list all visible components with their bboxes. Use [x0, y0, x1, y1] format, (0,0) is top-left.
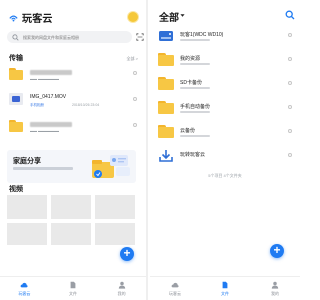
files-screen: 全部 玩客1(WDC WD10) 我的资源 SD卡备份 手机自动备份 云备份 玩… — [150, 0, 300, 300]
tab-label: 我的 — [117, 291, 126, 296]
video-thumbnail[interactable] — [95, 195, 135, 219]
video-icon — [9, 93, 23, 105]
file-name-blurred — [30, 70, 72, 75]
select-circle[interactable] — [133, 97, 137, 101]
transfer-more-link[interactable]: 全部 > — [127, 56, 138, 62]
item-name: 云备份 — [180, 128, 196, 134]
folder-icon — [158, 125, 174, 139]
app-header: 玩客云 — [8, 9, 53, 25]
tab-label: 玩客云 — [18, 291, 31, 296]
add-button[interactable]: + — [120, 247, 134, 261]
select-circle[interactable] — [288, 105, 292, 109]
select-circle[interactable] — [288, 129, 292, 133]
file-name-blurred — [30, 122, 72, 127]
select-circle[interactable] — [288, 33, 292, 37]
transfer-item[interactable]: ▬▬ ▬▬▬▬▬▬ — [9, 66, 139, 88]
video-thumbnail[interactable] — [95, 223, 135, 245]
list-item[interactable]: 云备份 — [158, 121, 294, 145]
select-circle[interactable] — [133, 123, 137, 127]
item-meta — [180, 87, 210, 89]
guide-icon — [159, 150, 173, 162]
folder-icon — [158, 101, 174, 115]
select-circle[interactable] — [288, 81, 292, 85]
folder-icon — [158, 53, 174, 67]
item-name: SD卡备份 — [180, 80, 202, 86]
item-meta — [180, 63, 210, 65]
cloud-icon — [171, 282, 179, 288]
video-thumbnail[interactable] — [51, 223, 91, 245]
item-meta — [180, 39, 210, 41]
family-share-description — [13, 167, 73, 170]
tab-home[interactable]: 玩客云 — [0, 277, 49, 300]
tab-bar: 玩客云 文件 我的 — [150, 276, 300, 300]
drive-icon — [159, 31, 173, 41]
family-share-illustration — [92, 155, 130, 178]
family-share-title: 家庭分享 — [13, 158, 41, 165]
item-meta — [180, 111, 210, 113]
tab-label: 文件 — [69, 291, 77, 296]
tab-label: 我的 — [271, 291, 279, 296]
item-meta — [180, 135, 210, 137]
search-input[interactable] — [23, 34, 123, 40]
video-thumbnail[interactable] — [7, 223, 47, 245]
list-item[interactable]: 手机自动备份 — [158, 97, 294, 121]
folder-icon — [158, 77, 174, 91]
transfer-item[interactable]: ▬▬ ▬▬▬▬▬▬ — [9, 118, 139, 140]
file-icon — [222, 281, 228, 289]
item-name: 我的资源 — [180, 56, 201, 62]
tab-home[interactable]: 玩客云 — [150, 277, 200, 300]
tab-bar: 玩客云 文件 我的 — [0, 276, 146, 300]
file-icon — [70, 281, 76, 289]
tab-label: 文件 — [221, 291, 229, 296]
tab-me[interactable]: 我的 — [250, 277, 300, 300]
chevron-down-icon[interactable] — [180, 13, 185, 18]
file-date: 2018/10/26 23:04 — [72, 103, 100, 107]
search-icon — [12, 33, 19, 41]
select-circle[interactable] — [133, 71, 137, 75]
video-section-title: 视频 — [9, 186, 23, 193]
tab-me[interactable]: 我的 — [97, 277, 146, 300]
transfer-section-title: 传输 — [9, 55, 23, 62]
location-title[interactable]: 全部 — [159, 9, 179, 24]
tab-files[interactable]: 文件 — [49, 277, 98, 300]
search-bar[interactable] — [7, 31, 132, 43]
list-item[interactable]: 玩客1(WDC WD10) — [158, 25, 294, 49]
transfer-item[interactable]: IMG_0417.MOV 手机相册 2018/10/26 23:04 — [9, 92, 139, 114]
user-icon — [118, 281, 125, 289]
video-thumbnail[interactable] — [51, 195, 91, 219]
file-tag: 手机相册 — [30, 103, 44, 107]
family-share-card[interactable]: 家庭分享 — [7, 150, 136, 183]
file-name: IMG_0417.MOV — [30, 94, 67, 100]
cloud-icon — [20, 282, 28, 288]
folder-icon — [9, 68, 23, 80]
file-meta: ▬▬ ▬▬▬▬▬▬ — [30, 129, 59, 133]
folder-icon — [9, 120, 23, 132]
item-name: 玩转玩客云 — [180, 152, 206, 158]
select-circle[interactable] — [288, 153, 292, 157]
file-meta: ▬▬ ▬▬▬▬▬▬ — [30, 77, 59, 81]
item-name: 手机自动备份 — [180, 104, 211, 110]
tab-label: 玩客云 — [169, 291, 181, 296]
item-name: 玩客1(WDC WD10) — [180, 32, 224, 38]
list-item[interactable]: 我的资源 — [158, 49, 294, 73]
search-icon[interactable] — [285, 10, 295, 20]
add-button[interactable]: + — [270, 244, 284, 258]
cloud-signal-icon — [9, 15, 18, 21]
item-count: 5个项目 4个文件夹 — [208, 173, 242, 178]
app-title: 玩客云 — [22, 13, 53, 25]
home-screen: 玩客云 传输 全部 > ▬▬ ▬▬▬▬▬▬ IMG_0417.MOV 手机相册 … — [0, 0, 148, 300]
user-icon — [271, 281, 279, 289]
avatar[interactable] — [128, 12, 138, 22]
scan-icon[interactable] — [136, 33, 144, 41]
list-item[interactable]: SD卡备份 — [158, 73, 294, 97]
select-circle[interactable] — [288, 57, 292, 61]
tab-files[interactable]: 文件 — [200, 277, 250, 300]
list-item[interactable]: 玩转玩客云 — [158, 145, 294, 169]
video-thumbnail[interactable] — [7, 195, 47, 219]
